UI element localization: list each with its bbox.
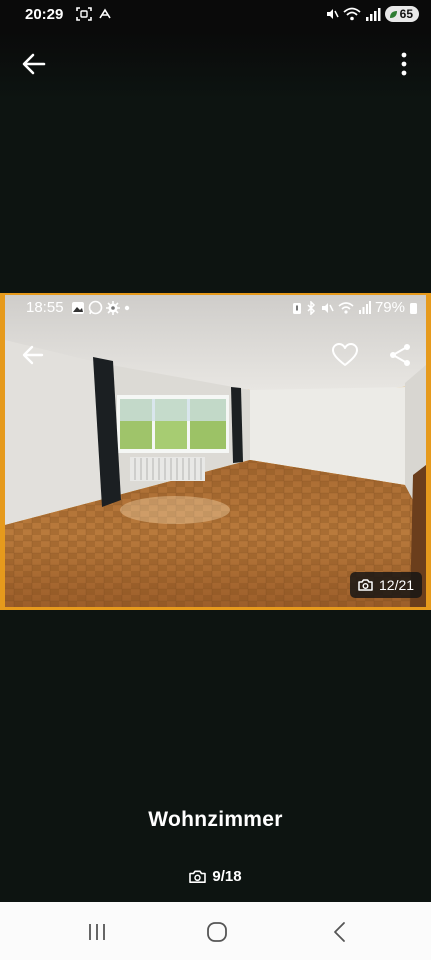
- listing-photo[interactable]: 18:55 79% 12/21: [0, 293, 431, 610]
- embedded-status-right: 79%: [292, 299, 418, 316]
- back-button[interactable]: [20, 50, 48, 78]
- mute-icon: [321, 302, 334, 313]
- camera-icon: [189, 870, 207, 883]
- embedded-status-time: 18:55: [26, 299, 64, 316]
- home-icon[interactable]: [206, 921, 228, 943]
- chevron-left-icon[interactable]: [330, 921, 348, 943]
- embedded-status-icons: [71, 300, 131, 315]
- gallery-counter-text: 9/18: [212, 868, 242, 885]
- status-time: 20:29: [25, 6, 64, 23]
- photo-content: 18:55 79% 12/21: [5, 295, 426, 607]
- embedded-status-bar: 18:55 79%: [5, 295, 426, 321]
- photo-counter-badge: 12/21: [350, 572, 423, 598]
- bluetooth-icon: [307, 300, 316, 315]
- photo-counter-text: 12/21: [379, 577, 415, 593]
- camera-icon: [358, 579, 373, 591]
- signal-icon: [365, 8, 381, 21]
- mute-icon: [326, 9, 339, 19]
- status-bar: 20:29 65: [0, 0, 431, 30]
- battery-saver-icon: [389, 10, 397, 18]
- heart-icon[interactable]: [332, 343, 358, 367]
- battery-warning-icon: [292, 302, 301, 314]
- gallery-counter: 9/18: [0, 868, 431, 885]
- notification-dot-icon: [124, 305, 130, 310]
- signal-icon: [358, 301, 371, 314]
- photo-back-icon[interactable]: [21, 343, 45, 367]
- screenshot-icon: [76, 7, 92, 21]
- embedded-battery-level: 79%: [374, 299, 405, 316]
- battery-indicator: 65: [384, 6, 419, 22]
- recents-icon[interactable]: [86, 922, 108, 942]
- battery-icon: [410, 302, 417, 314]
- whatsapp-icon: [88, 300, 103, 315]
- gallery-icon: [72, 301, 84, 314]
- battery-level: 65: [399, 7, 413, 21]
- wifi-icon: [338, 302, 354, 314]
- navigation-bar: [0, 902, 431, 960]
- app-top-bar: [0, 30, 431, 100]
- settings-icon: [106, 300, 120, 315]
- sync-icon: [99, 8, 111, 19]
- room-image: [5, 295, 426, 607]
- share-icon[interactable]: [388, 343, 412, 367]
- status-right: 65: [325, 6, 419, 22]
- more-options-button[interactable]: [399, 52, 409, 76]
- image-caption: Wohnzimmer: [148, 808, 283, 831]
- status-left-icons: [76, 7, 112, 21]
- wifi-icon: [343, 7, 361, 21]
